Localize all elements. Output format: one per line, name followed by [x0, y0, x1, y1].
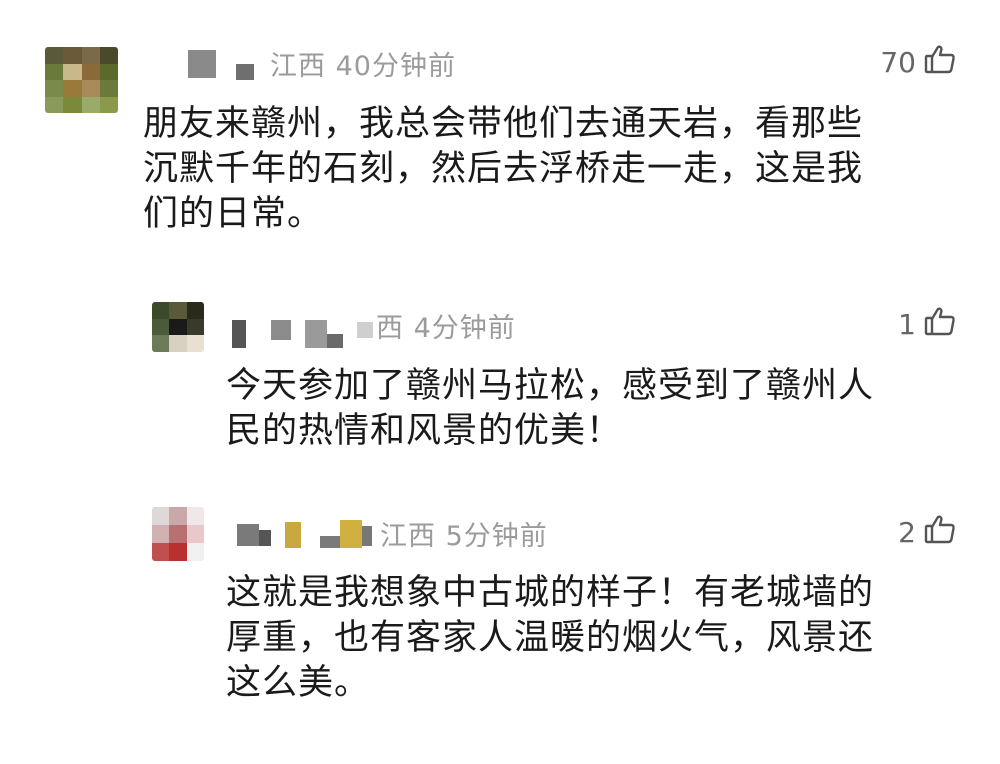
redacted-username	[340, 520, 362, 548]
redacted-username	[362, 526, 372, 546]
redacted-username	[320, 536, 340, 548]
comment-3: 江西 5分钟前 2 这就是我想象中古城的样子！有老城墙的 厚重，也有客家人温暖的…	[0, 0, 1000, 764]
comment-meta: 江西 5分钟前	[380, 514, 548, 553]
like-button[interactable]: 2	[898, 514, 956, 551]
like-count: 2	[898, 516, 916, 549]
location: 江西	[380, 521, 436, 552]
thumbs-up-icon	[924, 514, 956, 551]
comment-text: 这就是我想象中古城的样子！有老城墙的 厚重，也有客家人温暖的烟火气，风景还 这么…	[226, 573, 875, 703]
redacted-username	[259, 530, 271, 546]
avatar[interactable]	[152, 507, 204, 561]
redacted-username	[237, 524, 259, 546]
redacted-username	[285, 522, 301, 548]
timestamp: 5分钟前	[445, 521, 548, 552]
